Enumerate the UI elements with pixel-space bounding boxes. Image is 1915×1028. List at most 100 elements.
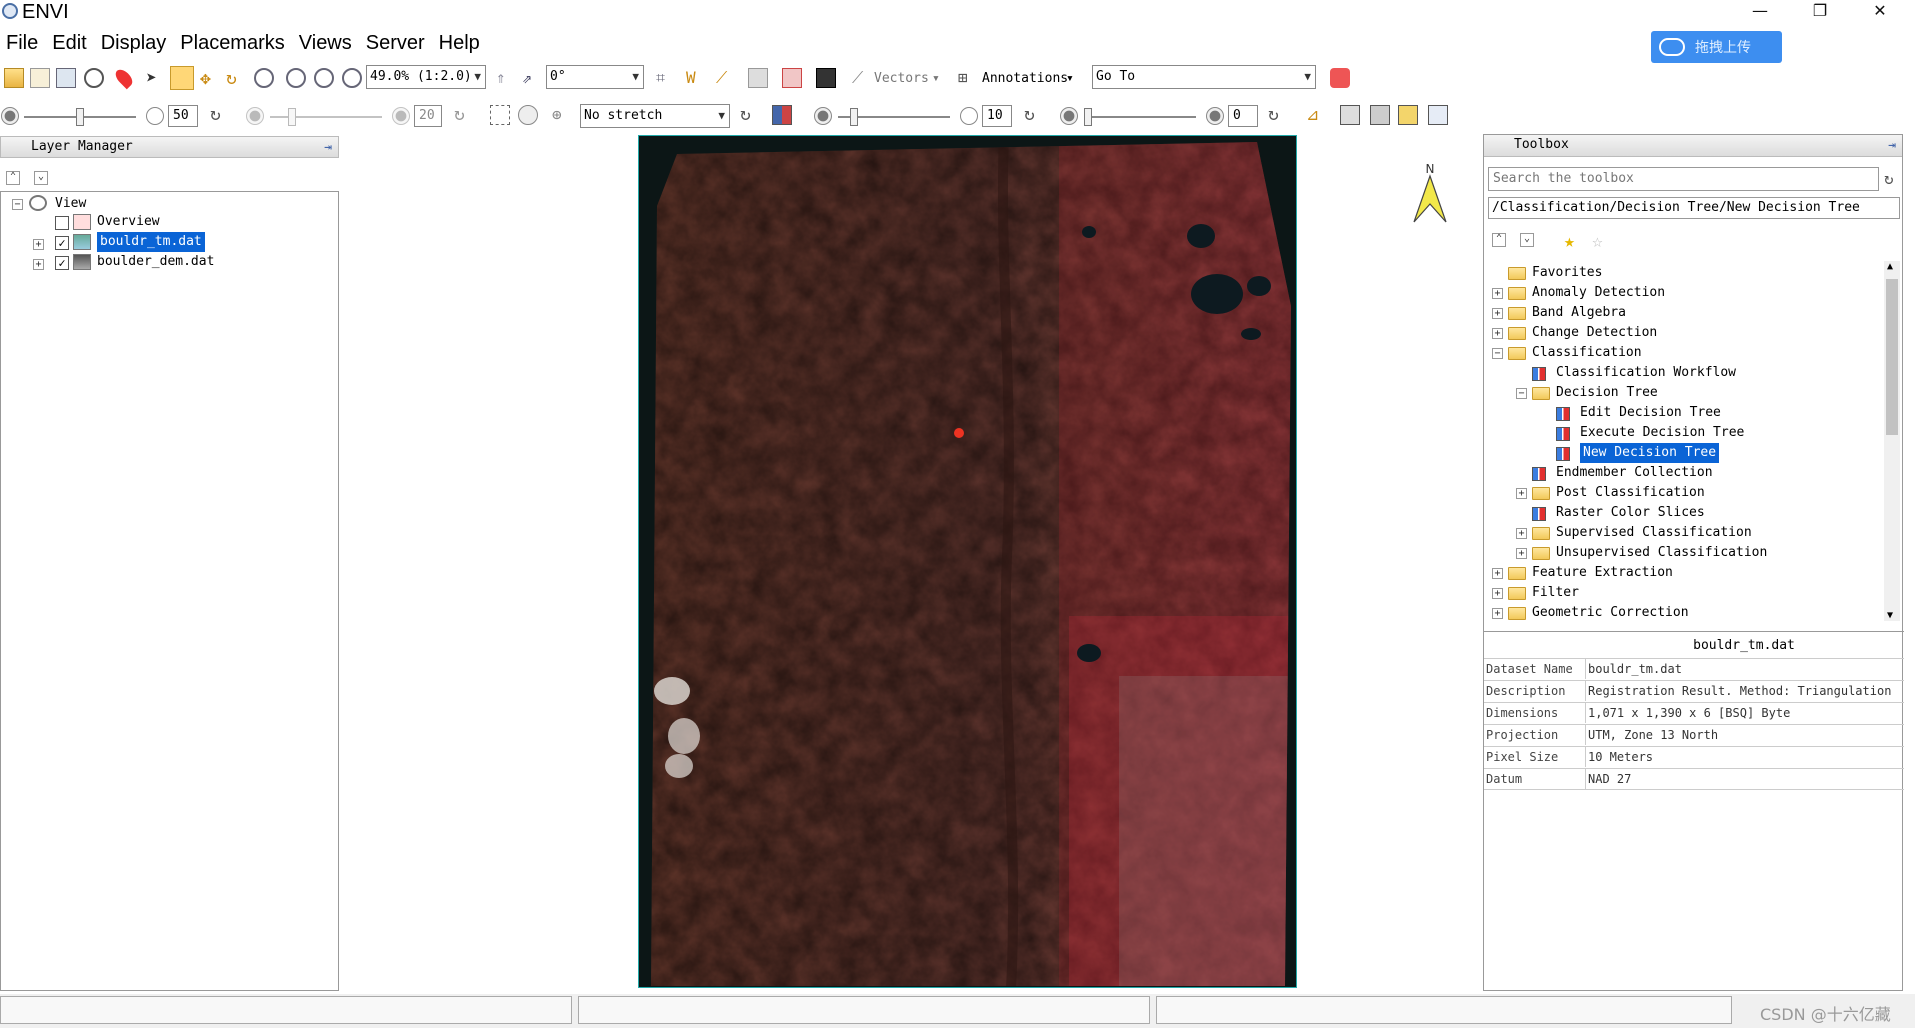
crosshair-icon[interactable] (84, 68, 104, 88)
toolbox-tree-item[interactable]: Post Classification (1556, 483, 1705, 503)
layer-bouldr-tm[interactable]: bouldr_tm.dat (97, 232, 205, 252)
menu-views[interactable]: Views (293, 28, 360, 58)
minimize-button[interactable]: — (1730, 0, 1790, 24)
transparency-value[interactable]: 0 (1228, 105, 1258, 127)
rotate-right-icon[interactable]: ⇗ (522, 68, 542, 88)
refresh-stretch-icon[interactable]: ↻ (740, 104, 760, 125)
rotation-select[interactable]: 0° ▼ (546, 65, 644, 89)
toolbox-tree-item[interactable]: Change Detection (1532, 323, 1657, 343)
zoom-icon[interactable] (254, 68, 274, 88)
zoom-full-icon[interactable] (342, 68, 362, 88)
profile-icon[interactable]: ⟋ (716, 68, 736, 88)
roi-tool-icon[interactable] (782, 68, 802, 88)
camera-icon[interactable] (816, 68, 836, 88)
toolbox-tree-item[interactable]: Raster Color Slices (1556, 503, 1705, 523)
restore-button[interactable]: ❐ (1790, 0, 1850, 24)
menu-placemarks[interactable]: Placemarks (174, 28, 292, 58)
reset-transparency-icon[interactable]: ↻ (1268, 104, 1288, 125)
tree-expand-toggle[interactable]: + (1492, 308, 1503, 319)
refresh-icon[interactable]: ↻ (1884, 169, 1904, 189)
select-arrow-icon[interactable]: ➤ (146, 68, 166, 89)
crosshair-cursor-icon[interactable]: ⊕ (552, 105, 572, 125)
remove-favorite-star-icon[interactable]: ☆ (1592, 231, 1612, 252)
tree-expand-toggle[interactable]: + (1516, 488, 1527, 499)
cursor-value-icon[interactable]: ⊿ (1306, 105, 1326, 125)
toolbox-tree-item[interactable]: New Decision Tree (1580, 443, 1720, 463)
tree-expand-toggle[interactable]: − (1492, 348, 1503, 359)
histogram-icon[interactable] (772, 105, 792, 125)
toolbox-path-field[interactable]: /Classification/Decision Tree/New Decisi… (1488, 197, 1900, 219)
open-folder-icon[interactable] (4, 68, 24, 88)
menu-help[interactable]: Help (433, 28, 488, 58)
toolbox-tree-item[interactable]: Classification Workflow (1556, 363, 1736, 383)
layer-boulder-dem[interactable]: boulder_dem.dat (97, 252, 214, 272)
sharpen-value[interactable]: 10 (982, 105, 1012, 127)
view-collapse-toggle[interactable]: − (12, 199, 23, 210)
toolbox-tree-item[interactable]: Edit Decision Tree (1580, 403, 1721, 423)
raster-image-frame[interactable] (638, 135, 1297, 988)
contrast-slider[interactable] (270, 108, 382, 126)
layout-four-icon[interactable] (1428, 105, 1448, 125)
add-favorite-star-icon[interactable]: ★ (1564, 231, 1584, 252)
goto-select[interactable]: Go To ▼ (1092, 65, 1316, 89)
reset-brightness-icon[interactable]: ↻ (210, 104, 230, 125)
menu-server[interactable]: Server (360, 28, 433, 58)
annotations-dropdown[interactable]: Annotations (982, 70, 1068, 88)
data-manager-icon[interactable] (30, 68, 50, 88)
chip-view-icon[interactable] (518, 105, 538, 125)
transparency-slider[interactable] (1084, 108, 1196, 126)
grid-tool-icon[interactable]: ⌗ (656, 68, 676, 88)
menu-file[interactable]: File (0, 28, 46, 58)
zoom-out-icon[interactable] (314, 68, 334, 88)
bouldr-tm-checkbox[interactable]: ✓ (55, 236, 69, 250)
layout-three-icon[interactable] (1398, 105, 1418, 125)
spectral-profile-icon[interactable]: W (686, 68, 706, 88)
toolbox-tree-item[interactable]: Execute Decision Tree (1580, 423, 1744, 443)
toolbox-tree-item[interactable]: Endmember Collection (1556, 463, 1713, 483)
fit-extent-icon[interactable] (490, 105, 510, 125)
zoom-level-select[interactable]: 49.0% (1:2.0) ▼ (366, 65, 486, 89)
layer-expand-toggle[interactable]: + (33, 239, 44, 250)
scrollbar-thumb[interactable] (1886, 279, 1898, 435)
collapse-all-icon[interactable]: ⌃ (1492, 233, 1506, 247)
zoom-in-icon[interactable] (286, 68, 306, 88)
pan-hand-icon[interactable] (170, 66, 194, 90)
toolbox-tree-item[interactable]: Favorites (1532, 263, 1602, 283)
vectors-dropdown[interactable]: Vectors (874, 70, 929, 88)
brightness-slider[interactable] (24, 108, 136, 126)
toolbox-tree-item[interactable]: Geometric Correction (1532, 603, 1689, 621)
tree-expand-toggle[interactable]: + (1516, 528, 1527, 539)
pin-panel-icon[interactable]: ⇥ (1888, 136, 1896, 156)
expand-all-icon[interactable]: ⌄ (1520, 233, 1534, 247)
measure-icon[interactable] (748, 68, 768, 88)
print-display-icon[interactable] (56, 68, 76, 88)
view-node[interactable]: View (55, 194, 86, 214)
toolbox-search-input[interactable]: Search the toolbox (1488, 167, 1879, 191)
toolbox-tree-item[interactable]: Feature Extraction (1532, 563, 1673, 583)
toolbox-tree-item[interactable]: Filter (1532, 583, 1579, 603)
overview-checkbox[interactable] (55, 216, 69, 230)
pin-panel-icon[interactable]: ⇥ (324, 138, 332, 158)
reset-sharpen-icon[interactable]: ↻ (1024, 104, 1044, 125)
toolbox-tree-item[interactable]: Band Algebra (1532, 303, 1626, 323)
scroll-up-icon[interactable]: ▲ (1887, 261, 1893, 272)
toolbox-scrollbar[interactable]: ▲ ▼ (1884, 261, 1900, 621)
contrast-value[interactable]: 20 (414, 105, 442, 127)
expand-all-icon[interactable]: ⌄ (34, 171, 48, 185)
tree-expand-toggle[interactable]: + (1492, 288, 1503, 299)
toolbox-tree-item[interactable]: Decision Tree (1556, 383, 1658, 403)
close-button[interactable]: ✕ (1850, 0, 1910, 24)
toolbox-tree-item[interactable]: Anomaly Detection (1532, 283, 1665, 303)
toolbox-tree-item[interactable]: Classification (1532, 343, 1642, 363)
collapse-all-icon[interactable]: ⌃ (6, 171, 20, 185)
tree-expand-toggle[interactable]: + (1492, 568, 1503, 579)
layer-expand-toggle[interactable]: + (33, 259, 44, 270)
rotate-left-icon[interactable]: ⇑ (496, 68, 516, 88)
rotate-icon[interactable]: ↻ (226, 68, 246, 89)
layout-two-icon[interactable] (1370, 105, 1390, 125)
fly-icon[interactable]: ✥ (200, 68, 220, 89)
brightness-value[interactable]: 50 (168, 105, 198, 127)
remote-connection-icon[interactable] (1330, 68, 1350, 88)
tree-expand-toggle[interactable]: + (1492, 588, 1503, 599)
placemark-pin-icon[interactable] (112, 66, 136, 90)
